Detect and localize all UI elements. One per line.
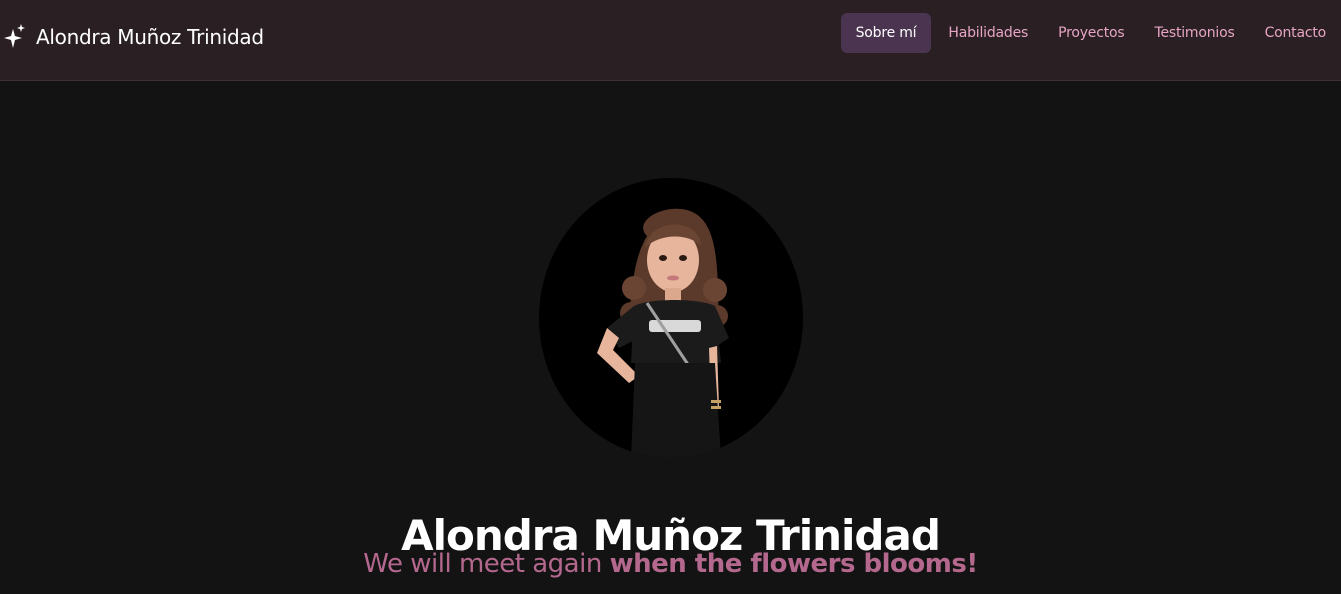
nav-item-contacto[interactable]: Contacto: [1250, 13, 1341, 53]
nav-item-testimonios[interactable]: Testimonios: [1139, 13, 1249, 53]
navbar: Alondra Muñoz Trinidad Sobre mí Habilida…: [0, 0, 1341, 81]
brand-link[interactable]: Alondra Muñoz Trinidad: [4, 24, 264, 50]
nav-item-proyectos[interactable]: Proyectos: [1043, 13, 1139, 53]
nav-menu: Sobre mí Habilidades Proyectos Testimoni…: [840, 13, 1341, 53]
tagline: We will meet again when the flowers bloo…: [0, 549, 1341, 579]
hero-section: Alondra Muñoz Trinidad We will meet agai…: [0, 81, 1341, 594]
sparkles-icon: [4, 24, 26, 50]
nav-item-sobre-mi[interactable]: Sobre mí: [840, 13, 932, 53]
tagline-regular: We will meet again: [363, 549, 610, 579]
avatar-illustration: [597, 208, 729, 458]
profile-avatar: [539, 178, 803, 458]
nav-item-habilidades[interactable]: Habilidades: [933, 13, 1043, 53]
brand-name: Alondra Muñoz Trinidad: [36, 25, 264, 49]
tagline-bold: when the flowers blooms!: [609, 549, 979, 579]
